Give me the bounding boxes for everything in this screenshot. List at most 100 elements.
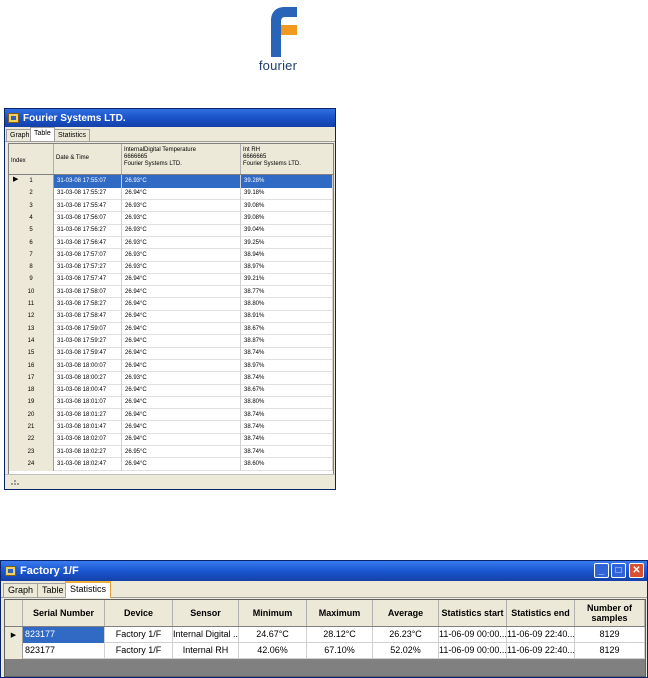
cell-temperature[interactable]: 26.93°C [122, 211, 241, 225]
cell-device[interactable]: Factory 1/F [105, 627, 173, 643]
cell-statistics-start[interactable]: 11-06-09 00:00... [439, 627, 507, 643]
table-row[interactable]: 17 31-03-08 18:00:27 26.93°C 38.74% [9, 371, 333, 385]
tab-statistics[interactable]: Statistics [54, 129, 91, 141]
cell-datetime[interactable]: 31-03-08 17:59:27 [54, 334, 122, 348]
row-index[interactable]: 10 [9, 285, 54, 299]
col-rh[interactable]: Int RH 6666665 Fourier Systems LTD. [241, 144, 333, 174]
row-index[interactable]: 4 [9, 211, 54, 225]
cell-rh[interactable]: 38.74% [241, 408, 333, 422]
row-index[interactable]: 19 [9, 396, 54, 410]
cell-temperature[interactable]: 26.94°C [122, 421, 241, 434]
table-row[interactable]: 24 31-03-08 18:02:47 26.94°C 38.60% [9, 457, 333, 471]
col-datetime[interactable]: Date & Time [54, 144, 122, 174]
cell-rh[interactable]: 38.80% [241, 396, 333, 410]
cell-serial-number[interactable]: 823177 [23, 627, 105, 643]
row-index[interactable]: 17 [9, 371, 54, 385]
cell-temperature[interactable]: 26.94°C [122, 298, 241, 311]
cell-datetime[interactable]: 31-03-08 17:59:07 [54, 322, 122, 336]
cell-device[interactable]: Factory 1/F [105, 643, 173, 659]
row-index[interactable]: 23 [9, 445, 54, 459]
row-index[interactable]: 12 [9, 310, 54, 324]
cell-rh[interactable]: 38.74% [241, 445, 333, 459]
window-titlebar[interactable]: Fourier Systems LTD. [5, 109, 335, 127]
col-number-of-samples[interactable]: Number of samples [575, 600, 645, 626]
table-row[interactable]: 9 31-03-08 17:57:47 26.94°C 39.21% [9, 273, 333, 287]
row-indicator[interactable] [5, 643, 23, 659]
row-index[interactable]: 22 [9, 433, 54, 447]
col-average[interactable]: Average [373, 600, 439, 626]
table-row[interactable]: 1 ▶ 31-03-08 17:55:07 26.93°C 39.28% [9, 175, 333, 188]
col-minimum[interactable]: Minimum [239, 600, 307, 626]
cell-rh[interactable]: 38.91% [241, 310, 333, 324]
row-index[interactable]: 11 [9, 298, 54, 311]
cell-datetime[interactable]: 31-03-08 17:57:07 [54, 248, 122, 262]
col-statistics-start[interactable]: Statistics start [439, 600, 507, 626]
cell-temperature[interactable]: 26.93°C [122, 248, 241, 262]
cell-datetime[interactable]: 31-03-08 17:58:27 [54, 298, 122, 311]
table-row[interactable]: 20 31-03-08 18:01:27 26.94°C 38.74% [9, 408, 333, 422]
row-index[interactable]: 16 [9, 359, 54, 373]
table-row[interactable]: 13 31-03-08 17:59:07 26.94°C 38.67% [9, 322, 333, 336]
cell-temperature[interactable]: 26.93°C [122, 175, 241, 188]
table-row[interactable]: 7 31-03-08 17:57:07 26.93°C 38.94% [9, 248, 333, 262]
cell-rh[interactable]: 38.74% [241, 433, 333, 447]
row-index[interactable]: 24 [9, 457, 54, 471]
tab-table[interactable]: Table [37, 583, 69, 597]
cell-rh[interactable]: 39.25% [241, 236, 333, 250]
cell-rh[interactable]: 39.28% [241, 175, 333, 188]
cell-temperature[interactable]: 26.94°C [122, 187, 241, 201]
cell-sensor[interactable]: Internal Digital ... [173, 627, 239, 643]
cell-datetime[interactable]: 31-03-08 17:55:27 [54, 187, 122, 201]
row-index[interactable]: 13 [9, 322, 54, 336]
cell-rh[interactable]: 38.97% [241, 261, 333, 274]
resize-grip-icon[interactable] [9, 477, 23, 487]
cell-number-of-samples[interactable]: 8129 [575, 643, 645, 659]
row-index[interactable]: 3 [9, 199, 54, 213]
window-titlebar[interactable]: Factory 1/F _ □ ✕ [1, 561, 647, 581]
table-row[interactable]: 4 31-03-08 17:56:07 26.93°C 39.08% [9, 211, 333, 225]
cell-minimum[interactable]: 24.67°C [239, 627, 307, 643]
row-index[interactable]: 21 [9, 421, 54, 434]
table-row[interactable]: 16 31-03-08 18:00:07 26.94°C 38.97% [9, 359, 333, 373]
cell-datetime[interactable]: 31-03-08 18:00:27 [54, 371, 122, 385]
cell-maximum[interactable]: 28.12°C [307, 627, 373, 643]
table-row[interactable]: 10 31-03-08 17:58:07 26.94°C 38.77% [9, 285, 333, 299]
row-index[interactable]: 6 [9, 236, 54, 250]
cell-datetime[interactable]: 31-03-08 17:55:47 [54, 199, 122, 213]
row-index[interactable]: 15 [9, 347, 54, 360]
cell-temperature[interactable]: 26.94°C [122, 408, 241, 422]
cell-datetime[interactable]: 31-03-08 17:58:47 [54, 310, 122, 324]
cell-rh[interactable]: 38.97% [241, 359, 333, 373]
cell-temperature[interactable]: 26.93°C [122, 199, 241, 213]
col-temperature[interactable]: InternalDigital Temperature 6666665 Four… [122, 144, 241, 174]
cell-temperature[interactable]: 26.94°C [122, 322, 241, 336]
cell-rh[interactable]: 38.67% [241, 322, 333, 336]
table-row[interactable]: 19 31-03-08 18:01:07 26.94°C 38.80% [9, 396, 333, 410]
cell-maximum[interactable]: 67.10% [307, 643, 373, 659]
cell-statistics-end[interactable]: 11-06-09 22:40... [507, 643, 575, 659]
col-maximum[interactable]: Maximum [307, 600, 373, 626]
cell-datetime[interactable]: 31-03-08 18:01:47 [54, 421, 122, 434]
table-row[interactable]: 11 31-03-08 17:58:27 26.94°C 38.80% [9, 298, 333, 311]
table-row[interactable]: 823177 Factory 1/F Internal RH 42.06% 67.10%… [5, 643, 645, 659]
row-index[interactable]: 14 [9, 334, 54, 348]
table-row[interactable]: 21 31-03-08 18:01:47 26.94°C 38.74% [9, 421, 333, 434]
cell-rh[interactable]: 38.80% [241, 298, 333, 311]
cell-temperature[interactable]: 26.94°C [122, 433, 241, 447]
table-row[interactable]: 23 31-03-08 18:02:27 26.95°C 38.74% [9, 445, 333, 459]
cell-datetime[interactable]: 31-03-08 17:58:07 [54, 285, 122, 299]
cell-temperature[interactable]: 26.94°C [122, 273, 241, 287]
cell-rh[interactable]: 38.74% [241, 421, 333, 434]
cell-datetime[interactable]: 31-03-08 18:02:07 [54, 433, 122, 447]
cell-datetime[interactable]: 31-03-08 17:57:47 [54, 273, 122, 287]
cell-number-of-samples[interactable]: 8129 [575, 627, 645, 643]
row-index[interactable]: 5 [9, 224, 54, 237]
table-row[interactable]: 15 31-03-08 17:59:47 26.94°C 38.74% [9, 347, 333, 360]
close-button[interactable]: ✕ [629, 563, 644, 578]
tab-statistics[interactable]: Statistics [65, 581, 112, 598]
cell-serial-number[interactable]: 823177 [23, 643, 105, 659]
table-row[interactable]: 22 31-03-08 18:02:07 26.94°C 38.74% [9, 433, 333, 447]
col-serial-number[interactable]: Serial Number [23, 600, 105, 626]
row-indicator[interactable]: ▶ [5, 627, 23, 643]
cell-temperature[interactable]: 26.94°C [122, 457, 241, 471]
